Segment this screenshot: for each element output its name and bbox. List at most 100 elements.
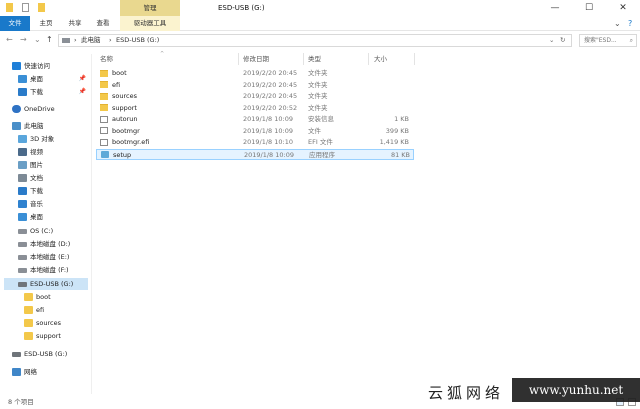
computer-icon <box>12 122 21 130</box>
download-icon <box>18 88 27 96</box>
sidebar-item-folder-sources[interactable]: sources <box>24 317 90 329</box>
sidebar-item-documents[interactable]: 文档 <box>18 172 90 184</box>
sidebar-item-desktop[interactable]: 桌面 <box>18 211 90 223</box>
desktop-icon <box>18 75 27 83</box>
column-divider[interactable] <box>368 53 369 65</box>
sidebar-item-esd-usb-selected[interactable]: ESD-USB (G:) <box>4 278 88 290</box>
sidebar-item-videos[interactable]: 视频 <box>18 146 90 158</box>
cube-icon <box>18 135 27 143</box>
watermark-url: www.yunhu.net <box>512 378 640 402</box>
file-row-support[interactable]: support 2019/2/20 20:52 文件夹 <box>96 103 414 115</box>
sidebar-item-drive-f[interactable]: 本地磁盘 (F:) <box>18 264 90 276</box>
sidebar-item-3d-objects[interactable]: 3D 对象 <box>18 133 90 145</box>
column-divider[interactable] <box>414 53 415 65</box>
sidebar-item-desktop-pinned[interactable]: 桌面 📌 <box>18 73 90 85</box>
sidebar-item-downloads[interactable]: 下载 <box>18 185 90 197</box>
video-icon <box>18 148 27 156</box>
file-row-bootmgr-efi[interactable]: bootmgr.efi 2019/1/8 10:10 EFI 文件 1,419 … <box>96 137 414 149</box>
sidebar-item-downloads-pinned[interactable]: 下载 📌 <box>18 86 90 98</box>
window-title: ESD-USB (G:) <box>218 4 265 12</box>
tab-file[interactable]: 文件 <box>0 16 30 31</box>
cloud-icon <box>12 105 21 113</box>
search-icon: ⌕ <box>629 37 633 44</box>
music-icon <box>18 200 27 208</box>
quick-access-toolbar-icon[interactable] <box>6 3 13 12</box>
download-icon <box>18 187 27 195</box>
folder-icon <box>100 69 108 77</box>
ribbon-tabs: 文件 主页 共享 查看 驱动器工具 ⌄ ? <box>0 16 640 31</box>
ribbon-collapse-icon[interactable]: ⌄ <box>614 16 621 31</box>
navigation-bar: ← → ⌄ ↑ › 此电脑 › ESD-USB (G:) ⌄ ↻ 搜索"ESD.… <box>0 31 640 49</box>
maximize-button[interactable]: ☐ <box>572 0 606 16</box>
watermark-chinese: 云狐网络 <box>428 384 505 402</box>
pin-icon: 📌 <box>78 88 86 95</box>
sidebar-item-drive-d[interactable]: 本地磁盘 (D:) <box>18 238 90 250</box>
drive-icon <box>18 254 27 260</box>
address-dropdown-icon[interactable]: ⌄ <box>549 35 554 46</box>
drive-icon <box>18 228 27 234</box>
sidebar-item-folder-boot[interactable]: boot <box>24 291 90 303</box>
file-icon <box>100 127 108 134</box>
address-bar[interactable]: › 此电脑 › ESD-USB (G:) ⌄ ↻ <box>58 34 572 47</box>
file-row-bootmgr[interactable]: bootmgr 2019/1/8 10:09 文件 399 KB <box>96 126 414 138</box>
refresh-icon[interactable]: ↻ <box>560 35 565 46</box>
navigation-pane: 快速访问 桌面 📌 下载 📌 OneDrive 此电脑 3D 对象 视频 图片 文档… <box>0 54 92 394</box>
file-icon <box>100 115 108 123</box>
column-header-size[interactable]: 大小 <box>374 53 387 65</box>
file-row-sources[interactable]: sources 2019/2/20 20:45 文件夹 <box>96 91 414 103</box>
desktop-icon <box>18 213 27 221</box>
sidebar-item-drive-c[interactable]: OS (C:) <box>18 225 90 237</box>
column-divider[interactable] <box>303 53 304 65</box>
up-icon[interactable]: ↑ <box>46 34 53 46</box>
sidebar-item-network[interactable]: 网络 <box>12 366 90 378</box>
properties-icon[interactable] <box>22 3 29 12</box>
usb-drive-icon <box>12 351 21 357</box>
column-header-date-modified[interactable]: 修改日期 <box>243 53 269 65</box>
back-icon[interactable]: ← <box>6 34 13 46</box>
file-row-boot[interactable]: boot 2019/2/20 20:45 文件夹 <box>96 68 414 80</box>
folder-icon <box>24 332 33 340</box>
sidebar-item-folder-support[interactable]: support <box>24 330 90 342</box>
minimize-button[interactable]: — <box>538 0 572 16</box>
close-button[interactable]: ✕ <box>606 0 640 16</box>
title-bar: 管理 ESD-USB (G:) — ☐ ✕ <box>0 0 640 16</box>
sidebar-item-folder-efi[interactable]: efi <box>24 304 90 316</box>
context-tab-manage[interactable]: 管理 <box>120 0 180 16</box>
sidebar-item-music[interactable]: 音乐 <box>18 198 90 210</box>
search-input[interactable]: 搜索"ESD... ⌕ <box>579 34 637 47</box>
tab-share[interactable]: 共享 <box>62 16 88 31</box>
search-placeholder: 搜索"ESD... <box>584 37 617 44</box>
setup-app-icon <box>101 151 109 158</box>
sort-indicator-icon: ^ <box>160 51 165 57</box>
column-divider[interactable] <box>238 53 239 65</box>
column-header-name[interactable]: 名称 <box>100 53 113 65</box>
file-row-autorun[interactable]: autorun 2019/1/8 10:09 安装信息 1 KB <box>96 114 414 126</box>
folder-icon <box>24 293 33 301</box>
tab-home[interactable]: 主页 <box>32 16 60 31</box>
drive-icon <box>18 267 27 273</box>
column-header-type[interactable]: 类型 <box>308 53 321 65</box>
tab-drive-tools[interactable]: 驱动器工具 <box>120 16 180 31</box>
document-icon <box>18 174 27 182</box>
sidebar-item-drive-e[interactable]: 本地磁盘 (E:) <box>18 251 90 263</box>
sidebar-item-onedrive[interactable]: OneDrive <box>12 103 90 115</box>
tab-view[interactable]: 查看 <box>90 16 116 31</box>
star-icon <box>12 62 21 70</box>
new-folder-icon[interactable] <box>38 3 45 12</box>
breadcrumb-current[interactable]: ESD-USB (G:) <box>116 35 159 46</box>
sidebar-item-esd-usb-root[interactable]: ESD-USB (G:) <box>12 348 90 360</box>
folder-icon <box>24 306 33 314</box>
file-row-setup-selected[interactable]: setup 2019/1/8 10:09 应用程序 81 KB <box>96 148 414 160</box>
folder-icon <box>100 81 108 88</box>
sidebar-item-quick-access[interactable]: 快速访问 <box>12 60 90 72</box>
forward-icon[interactable]: → <box>20 34 27 46</box>
usb-drive-icon <box>18 281 27 287</box>
watermark: 云狐网络 www.yunhu.net <box>428 372 640 409</box>
breadcrumb-this-pc[interactable]: 此电脑 <box>81 35 101 46</box>
sidebar-item-pictures[interactable]: 图片 <box>18 159 90 171</box>
file-row-efi[interactable]: efi 2019/2/20 20:45 文件夹 <box>96 80 414 92</box>
folder-icon <box>100 104 108 111</box>
recent-locations-icon[interactable]: ⌄ <box>34 34 41 46</box>
sidebar-item-this-pc[interactable]: 此电脑 <box>12 120 90 132</box>
help-icon[interactable]: ? <box>628 16 632 31</box>
